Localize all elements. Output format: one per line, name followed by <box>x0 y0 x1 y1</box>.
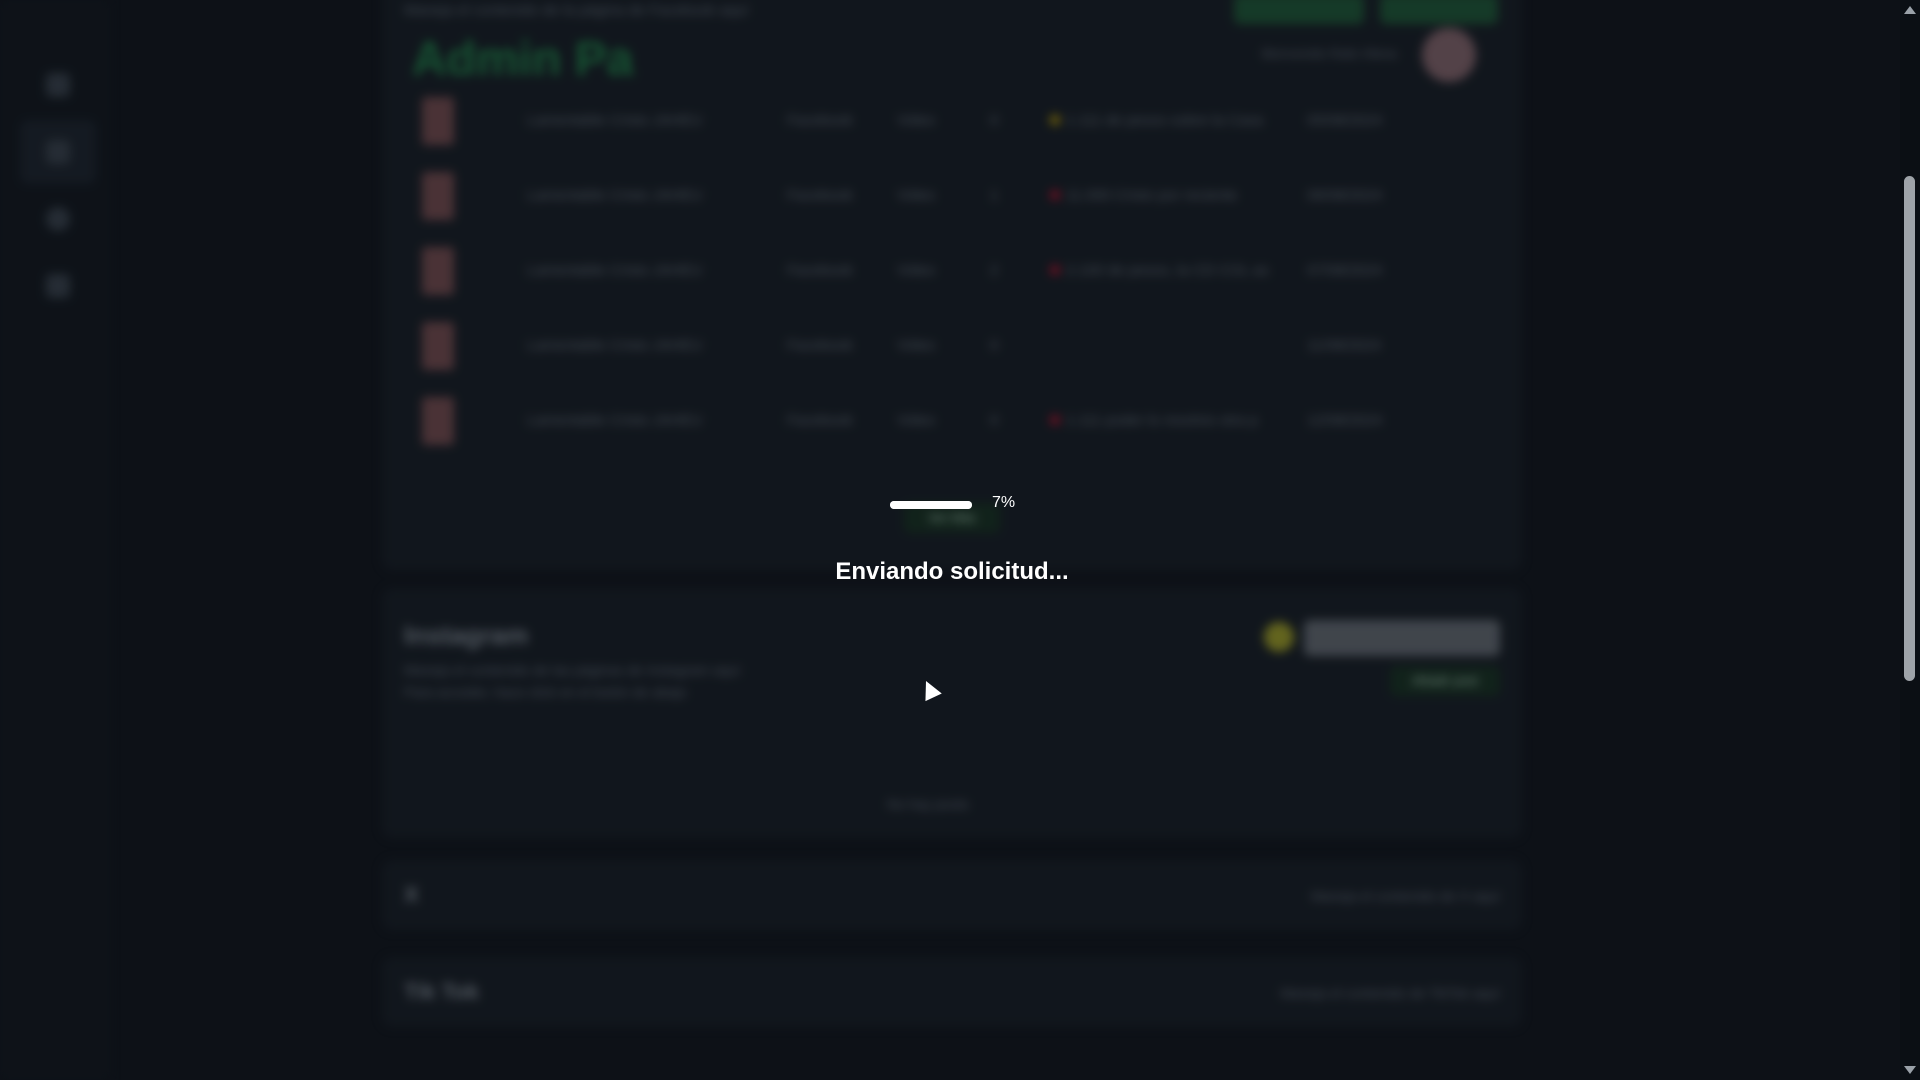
progress-fill <box>890 501 972 509</box>
progress-percent: 7% <box>992 494 1016 511</box>
loading-overlay: 7% Enviando solicitud... <box>0 0 1900 1080</box>
scroll-thumb[interactable] <box>1904 176 1915 681</box>
progress-bar <box>890 501 972 509</box>
scroll-down-arrow-icon[interactable] <box>1904 1066 1916 1074</box>
mouse-cursor-icon <box>917 677 942 702</box>
loading-status: Enviando solicitud... <box>835 558 1069 585</box>
vertical-scrollbar[interactable] <box>1900 0 1920 1080</box>
scroll-up-arrow-icon[interactable] <box>1904 6 1916 14</box>
